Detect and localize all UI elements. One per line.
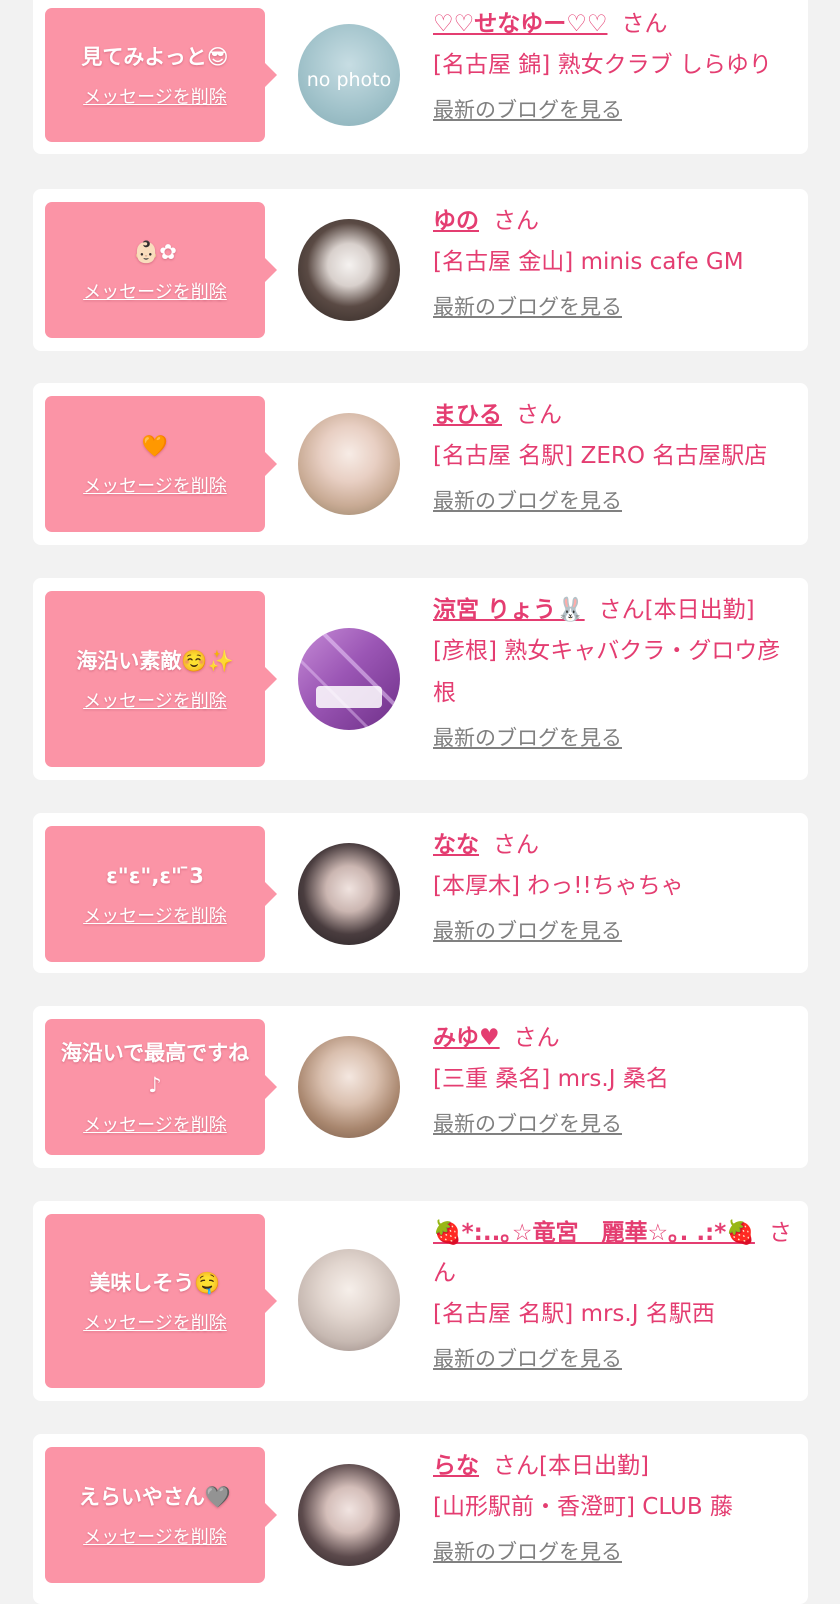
sender-name-link[interactable]: 涼宮 りょう🐰 (433, 597, 585, 623)
message-bubble: 👶🏻✿ メッセージを削除 (45, 202, 277, 338)
shop-name: [本厚木] わっ!!ちゃちゃ (433, 873, 684, 899)
latest-blog-link[interactable]: 最新のブログを見る (433, 1108, 622, 1138)
sender-info: 涼宮 りょう🐰 さん[本日出勤] [彦根] 熟女キャバクラ・グロウ彦根 最新のブロ… (433, 590, 798, 752)
honorific: さん (493, 832, 539, 858)
message-card: 美味しそう🤤 メッセージを削除 🍓*:..｡☆竜宮 麗華☆｡. .:*🍓 さん [… (33, 1201, 808, 1401)
delete-message-link[interactable]: メッセージを削除 (83, 472, 227, 498)
shop-name: [名古屋 錦] 熟女クラブ しらゆり (433, 52, 772, 78)
sender-info: ♡♡せなゆー♡♡ さん [名古屋 錦] 熟女クラブ しらゆり 最新のブログを見る (433, 4, 798, 124)
shop-name: [名古屋 名駅] ZERO 名古屋駅店 (433, 443, 768, 469)
honorific: さん (493, 208, 539, 234)
sender-name-link[interactable]: なな (433, 832, 479, 858)
name-line: ♡♡せなゆー♡♡ さん (433, 4, 798, 44)
honorific: さん[本日出勤] (493, 1453, 649, 1479)
delete-message-link[interactable]: メッセージを削除 (83, 278, 227, 304)
name-line: まひる さん (433, 395, 798, 435)
message-text: 海沿い素敵☺️✨ (76, 649, 234, 673)
sender-name-link[interactable]: みゆ♥ (433, 1025, 500, 1051)
shop-name: [山形駅前・香澄町] CLUB 藤 (433, 1494, 733, 1520)
honorific: さん (621, 11, 668, 37)
avatar[interactable] (298, 1249, 400, 1351)
no-photo-label: no photo (307, 69, 392, 91)
message-bubble: えらいやさん🩶 メッセージを削除 (45, 1447, 277, 1583)
avatar[interactable] (298, 843, 400, 945)
delete-message-link[interactable]: メッセージを削除 (83, 902, 227, 928)
honorific: さん (516, 402, 562, 428)
message-text: えらいやさん🩶 (78, 1485, 232, 1509)
sender-info: なな さん [本厚木] わっ!!ちゃちゃ 最新のブログを見る (433, 825, 798, 945)
shop-name: [三重 桑名] mrs.J 桑名 (433, 1066, 669, 1092)
sender-name-link[interactable]: らな (433, 1453, 479, 1479)
avatar[interactable] (298, 1036, 400, 1138)
message-bubble: 🧡 メッセージを削除 (45, 396, 277, 532)
latest-blog-link[interactable]: 最新のブログを見る (433, 94, 622, 124)
avatar[interactable] (298, 219, 400, 321)
name-line: 🍓*:..｡☆竜宮 麗華☆｡. .:*🍓 さん (433, 1213, 798, 1293)
avatar[interactable] (298, 1464, 400, 1566)
shop-name: [彦根] 熟女キャバクラ・グロウ彦根 (433, 638, 781, 706)
message-bubble: ε"ε",ε" ̄3 メッセージを削除 (45, 826, 277, 962)
name-line: 涼宮 りょう🐰 さん[本日出勤] (433, 590, 798, 630)
message-bubble: 海沿いで最高ですね♪ メッセージを削除 (45, 1019, 277, 1155)
message-card: 🧡 メッセージを削除 まひる さん [名古屋 名駅] ZERO 名古屋駅店 最新の… (33, 383, 808, 545)
sender-name-link[interactable]: ♡♡せなゆー♡♡ (433, 11, 607, 37)
message-card: えらいやさん🩶 メッセージを削除 らな さん[本日出勤] [山形駅前・香澄町] C… (33, 1434, 808, 1604)
delete-message-link[interactable]: メッセージを削除 (83, 687, 227, 713)
message-bubble: 見てみよっと😎 メッセージを削除 (45, 8, 277, 142)
sender-info: みゆ♥ さん [三重 桑名] mrs.J 桑名 最新のブログを見る (433, 1018, 798, 1138)
sender-info: ゆの さん [名古屋 金山] minis cafe GM 最新のブログを見る (433, 201, 798, 321)
delete-message-link[interactable]: メッセージを削除 (83, 1111, 227, 1137)
sender-info: 🍓*:..｡☆竜宮 麗華☆｡. .:*🍓 さん [名古屋 名駅] mrs.J 名駅… (433, 1213, 798, 1373)
message-card: 👶🏻✿ メッセージを削除 ゆの さん [名古屋 金山] minis cafe GM… (33, 189, 808, 351)
avatar[interactable] (298, 628, 400, 730)
avatar[interactable]: no photo (298, 24, 400, 126)
message-card: 見てみよっと😎 メッセージを削除 no photo ♡♡せなゆー♡♡ さん [名古… (33, 0, 808, 154)
no-photo-image: no photo (307, 69, 392, 91)
shop-name: [名古屋 名駅] mrs.J 名駅西 (433, 1301, 715, 1327)
sender-info: らな さん[本日出勤] [山形駅前・香澄町] CLUB 藤 最新のブログを見る (433, 1446, 798, 1566)
message-text: 海沿いで最高ですね♪ (60, 1041, 250, 1097)
sender-name-link[interactable]: 🍓*:..｡☆竜宮 麗華☆｡. .:*🍓 (433, 1220, 755, 1246)
message-card: 海沿い素敵☺️✨ メッセージを削除 涼宮 りょう🐰 さん[本日出勤] [彦根] 熟… (33, 578, 808, 780)
name-line: らな さん[本日出勤] (433, 1446, 798, 1486)
name-line: ゆの さん (433, 201, 798, 241)
shop-name: [名古屋 金山] minis cafe GM (433, 249, 744, 275)
name-line: みゆ♥ さん (433, 1018, 798, 1058)
message-text: 見てみよっと😎 (81, 45, 229, 69)
delete-message-link[interactable]: メッセージを削除 (83, 1309, 227, 1335)
delete-message-link[interactable]: メッセージを削除 (83, 1523, 227, 1549)
message-card: 海沿いで最高ですね♪ メッセージを削除 みゆ♥ さん [三重 桑名] mrs.J … (33, 1006, 808, 1168)
latest-blog-link[interactable]: 最新のブログを見る (433, 1536, 622, 1566)
sender-info: まひる さん [名古屋 名駅] ZERO 名古屋駅店 最新のブログを見る (433, 395, 798, 515)
latest-blog-link[interactable]: 最新のブログを見る (433, 915, 622, 945)
message-text: ε"ε",ε" ̄3 (106, 864, 204, 888)
name-line: なな さん (433, 825, 798, 865)
message-text: 美味しそう🤤 (89, 1271, 221, 1295)
latest-blog-link[interactable]: 最新のブログを見る (433, 485, 622, 515)
sender-name-link[interactable]: ゆの (433, 208, 479, 234)
avatar[interactable] (298, 413, 400, 515)
latest-blog-link[interactable]: 最新のブログを見る (433, 291, 622, 321)
message-text: 🧡 (141, 434, 169, 458)
message-text: 👶🏻✿ (133, 240, 177, 264)
honorific: さん (513, 1025, 560, 1051)
delete-message-link[interactable]: メッセージを削除 (83, 83, 227, 109)
shop-logo-image (298, 628, 400, 730)
message-bubble: 海沿い素敵☺️✨ メッセージを削除 (45, 591, 277, 767)
honorific: さん[本日出勤] (598, 597, 755, 623)
message-card: ε"ε",ε" ̄3 メッセージを削除 なな さん [本厚木] わっ!!ちゃちゃ … (33, 813, 808, 973)
message-bubble: 美味しそう🤤 メッセージを削除 (45, 1214, 277, 1388)
latest-blog-link[interactable]: 最新のブログを見る (433, 722, 622, 752)
sender-name-link[interactable]: まひる (433, 402, 502, 428)
latest-blog-link[interactable]: 最新のブログを見る (433, 1343, 622, 1373)
